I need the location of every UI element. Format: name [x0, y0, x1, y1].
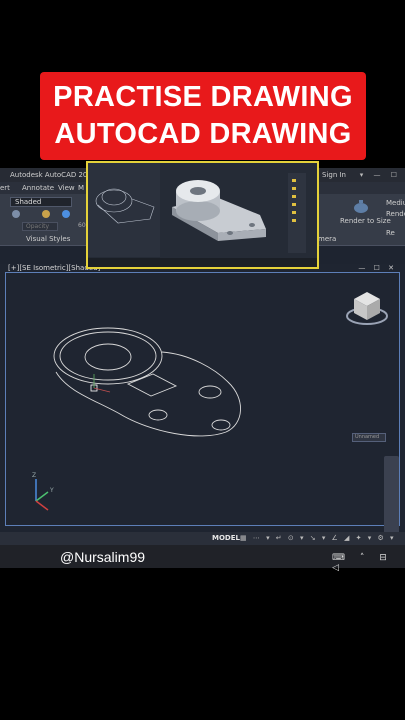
view-cube-label[interactable]: Unnamed: [352, 433, 386, 442]
watermark-handle: @Nursalim99: [60, 549, 146, 565]
inset-render: [88, 163, 317, 267]
visual-styles-panel-label[interactable]: Visual Styles: [26, 235, 70, 243]
sign-in-link[interactable]: Sign In: [322, 168, 346, 182]
menu-insert[interactable]: ert: [0, 182, 10, 194]
render-to-size-button[interactable]: Render to Size: [340, 217, 391, 225]
preset-re: Re: [386, 229, 395, 237]
status-bar: MODEL ▦ ⋯ ▾ ↵ ⊙ ▾ ↘ ▾ ∠ ◢ ✦ ▾ ⚙ ▾ ≡: [0, 532, 405, 555]
boss-flange-circle: [59, 331, 157, 381]
menu-view[interactable]: View: [58, 182, 75, 194]
svg-text:Y: Y: [49, 487, 54, 494]
hole-2: [148, 409, 168, 421]
hole-1: [198, 385, 222, 399]
model-tab[interactable]: MODEL: [212, 532, 240, 545]
render-teapot-icon[interactable]: [348, 196, 374, 216]
title-banner: PRACTISE DRAWING AUTOCAD DRAWING: [40, 72, 366, 160]
menu-manage[interactable]: M: [78, 182, 84, 194]
menu-annotate[interactable]: Annotate: [22, 182, 54, 194]
inset-layer-panel: [288, 173, 306, 253]
preset-medium[interactable]: Mediu: [386, 198, 405, 209]
banner-line-2: AUTOCAD DRAWING: [54, 118, 352, 150]
banner-line-1: PRACTISE DRAWING: [53, 81, 353, 113]
window-controls[interactable]: ▾ — ☐: [360, 168, 401, 182]
ucs-cursor: [90, 374, 111, 393]
view-cube-icon[interactable]: [344, 286, 390, 328]
globe-icon[interactable]: [62, 210, 70, 218]
camera-panel-label: mera: [318, 235, 337, 243]
light-icon[interactable]: [42, 210, 50, 218]
inset-3d-preview: [86, 161, 319, 269]
render-presets: Mediu Rende Re: [386, 198, 405, 239]
system-tray-icons[interactable]: ⌨ ˄ ⊟ ◁: [332, 553, 405, 573]
inset-status-strip: [88, 258, 317, 267]
ucs-axis-icon: Z Y: [32, 472, 54, 511]
svg-text:Z: Z: [32, 472, 36, 479]
visual-style-value: Shaded: [15, 198, 42, 206]
outer-boss-circle: [53, 327, 163, 385]
opacity-value: 60: [78, 222, 86, 229]
hole-3: [211, 419, 231, 431]
visual-style-dropdown[interactable]: Shaded: [10, 197, 72, 207]
opacity-field[interactable]: Opacity: [22, 222, 58, 231]
shade-icon[interactable]: [12, 210, 20, 218]
rectangular-pocket: [126, 373, 178, 397]
opacity-placeholder: Opacity: [26, 223, 50, 230]
boss-bore-circle: [84, 343, 132, 371]
preset-render[interactable]: Rende: [386, 209, 405, 220]
drawing-viewport[interactable]: [+][SE Isometric][Shaded] — ☐ ✕ Z Y Unna…: [0, 264, 405, 564]
